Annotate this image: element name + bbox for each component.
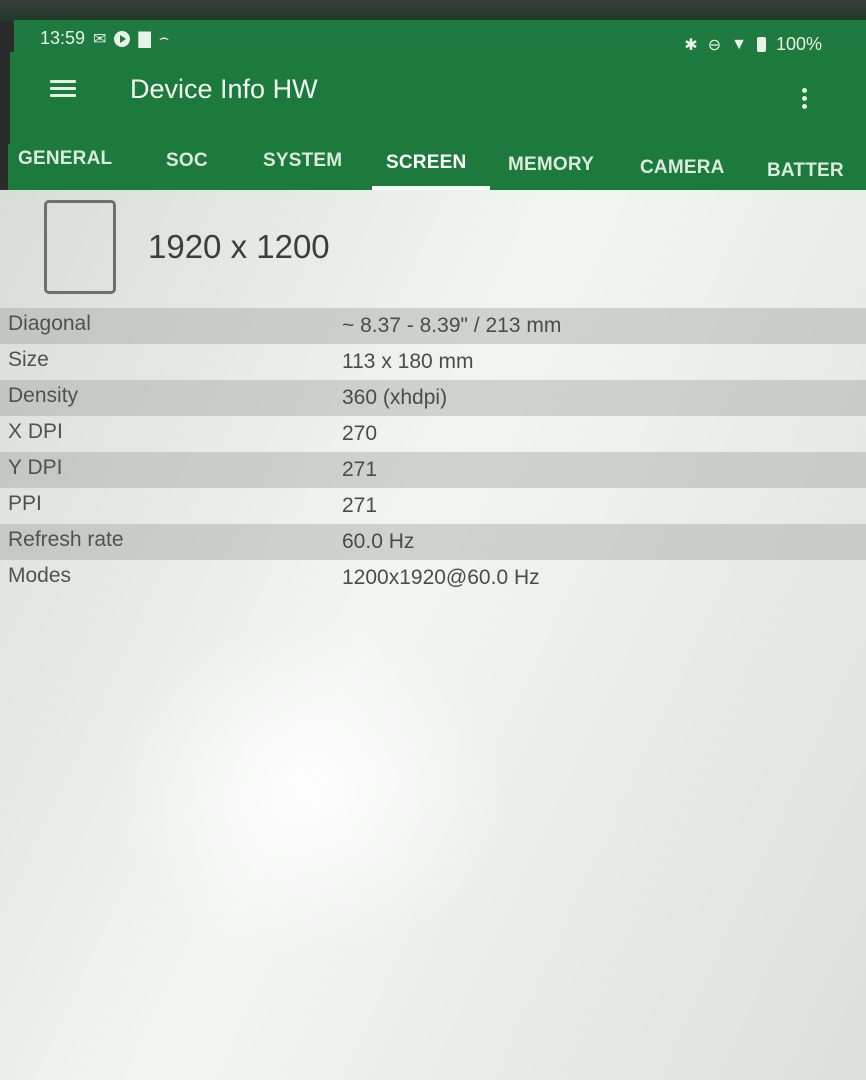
battery-icon (756, 37, 766, 52)
table-row: Density 360 (xhdpi) (0, 380, 866, 416)
row-value: 271 (342, 494, 378, 517)
row-key: X DPI (8, 420, 63, 443)
table-row: Diagonal ~ 8.37 - 8.39" / 213 mm (0, 308, 866, 344)
status-time: 13:59 (40, 28, 86, 48)
notification-icon: ▇ (138, 30, 151, 48)
screen-glare (120, 630, 500, 950)
tab-soc[interactable]: SOC (166, 150, 208, 172)
row-value: 60.0 Hz (342, 530, 415, 553)
screen-device-icon (44, 200, 116, 294)
tab-memory[interactable]: MEMORY (508, 154, 594, 176)
row-value: 360 (xhdpi) (342, 386, 448, 409)
row-value: 113 x 180 mm (342, 350, 474, 373)
tab-general[interactable]: GENERAL (18, 148, 112, 170)
wifi-icon: ▼ (731, 35, 747, 53)
app-title: Device Info HW (130, 74, 318, 104)
table-row: Refresh rate 60.0 Hz (0, 524, 866, 560)
play-icon (114, 30, 131, 47)
row-key: Y DPI (8, 456, 63, 479)
table-row: Y DPI 271 (0, 452, 866, 488)
row-key: Size (8, 348, 49, 371)
row-value: 1200x1920@60.0 Hz (342, 566, 540, 589)
gmail-icon: ✉ (93, 30, 107, 48)
row-value: 270 (342, 422, 378, 445)
row-key: Density (8, 384, 79, 407)
row-value: 271 (342, 458, 378, 481)
row-value: ~ 8.37 - 8.39" / 213 mm (342, 314, 562, 337)
row-key: Modes (8, 564, 72, 587)
table-row: Modes 1200x1920@60.0 Hz (0, 560, 866, 596)
row-key: Diagonal (8, 312, 91, 335)
device-bezel (0, 0, 866, 22)
info-table: Diagonal ~ 8.37 - 8.39" / 213 mm Size 11… (0, 308, 866, 608)
tab-system[interactable]: SYSTEM (263, 150, 342, 172)
table-row: Size 113 x 180 mm (0, 344, 866, 380)
row-key: Refresh rate (8, 528, 124, 551)
screen-resolution: 1920 x 1200 (148, 228, 330, 265)
row-key: PPI (8, 492, 42, 515)
tab-screen[interactable]: SCREEN (386, 152, 466, 174)
hamburger-menu-icon[interactable] (50, 80, 76, 98)
screen-info-panel: 1920 x 1200 Diagonal ~ 8.37 - 8.39" / 21… (0, 190, 866, 1080)
table-row: X DPI 270 (0, 416, 866, 452)
status-left: 13:59 ✉ ▇ ⌢ (40, 28, 169, 49)
table-row: PPI 271 (0, 488, 866, 524)
tab-camera[interactable]: CAMERA (640, 157, 725, 179)
app-toolbar: Device Info HW (10, 52, 866, 144)
line-icon: ⌢ (158, 29, 170, 47)
tab-battery[interactable]: BATTER (767, 160, 844, 182)
overflow-menu-icon[interactable] (802, 88, 808, 112)
tab-bar: GENERAL SOC SYSTEM SCREEN MEMORY CAMERA … (8, 144, 866, 190)
